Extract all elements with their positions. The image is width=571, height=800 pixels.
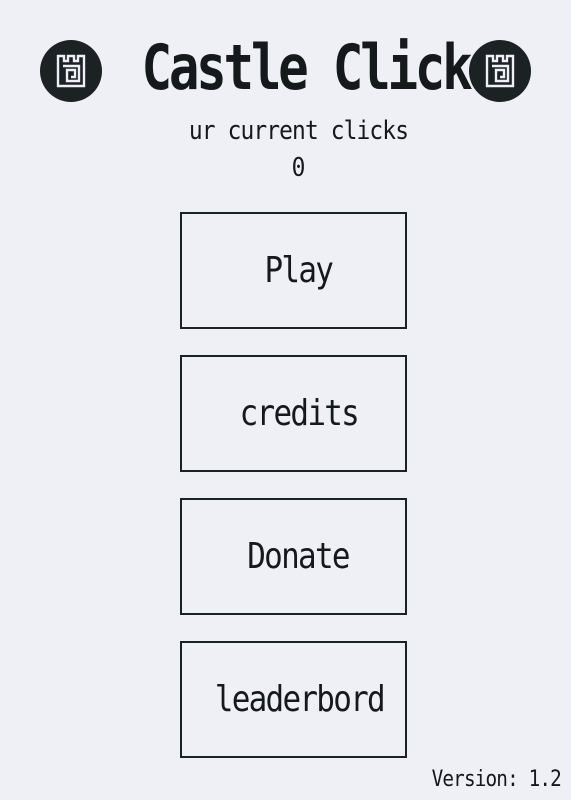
castle-logo-right xyxy=(469,40,531,102)
leaderboard-button-label: leaderbord xyxy=(214,679,386,720)
play-button[interactable]: Play xyxy=(180,212,407,329)
version-label: Version: 1.2 xyxy=(431,767,562,792)
clicks-label: ur current clicks xyxy=(188,116,409,146)
castle-tower-icon xyxy=(56,54,86,88)
leaderboard-button[interactable]: leaderbord xyxy=(180,641,407,758)
credits-button[interactable]: credits xyxy=(180,355,407,472)
castle-logo-left xyxy=(40,40,102,102)
credits-button-label: credits xyxy=(239,393,359,434)
donate-button-label: Donate xyxy=(247,536,351,577)
clicks-count: 0 xyxy=(291,153,306,183)
donate-button[interactable]: Donate xyxy=(180,498,407,615)
play-button-label: Play xyxy=(264,250,334,291)
castle-tower-icon xyxy=(485,54,515,88)
game-title: Castle Clicker xyxy=(141,31,528,104)
